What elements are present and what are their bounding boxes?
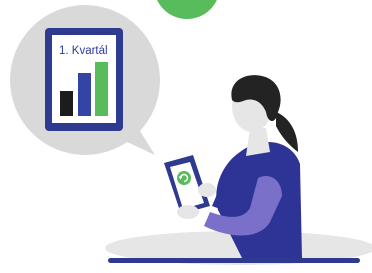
neck: [246, 128, 270, 156]
bar-green: [95, 62, 108, 116]
bar-black: [60, 91, 73, 116]
refresh-icon: [177, 171, 191, 185]
illustration-canvas: 1. Kvartál: [0, 0, 372, 273]
floor-line: [108, 258, 360, 263]
illustration-svg: 1. Kvartál: [10, 0, 372, 265]
report-card: 1. Kvartál: [45, 28, 123, 131]
report-title: 1. Kvartál: [59, 45, 108, 57]
bar-blue: [78, 73, 91, 116]
left-hand: [177, 205, 199, 219]
person: [164, 75, 302, 258]
top-accent-circle: [157, 0, 217, 19]
right-hand: [198, 183, 216, 197]
